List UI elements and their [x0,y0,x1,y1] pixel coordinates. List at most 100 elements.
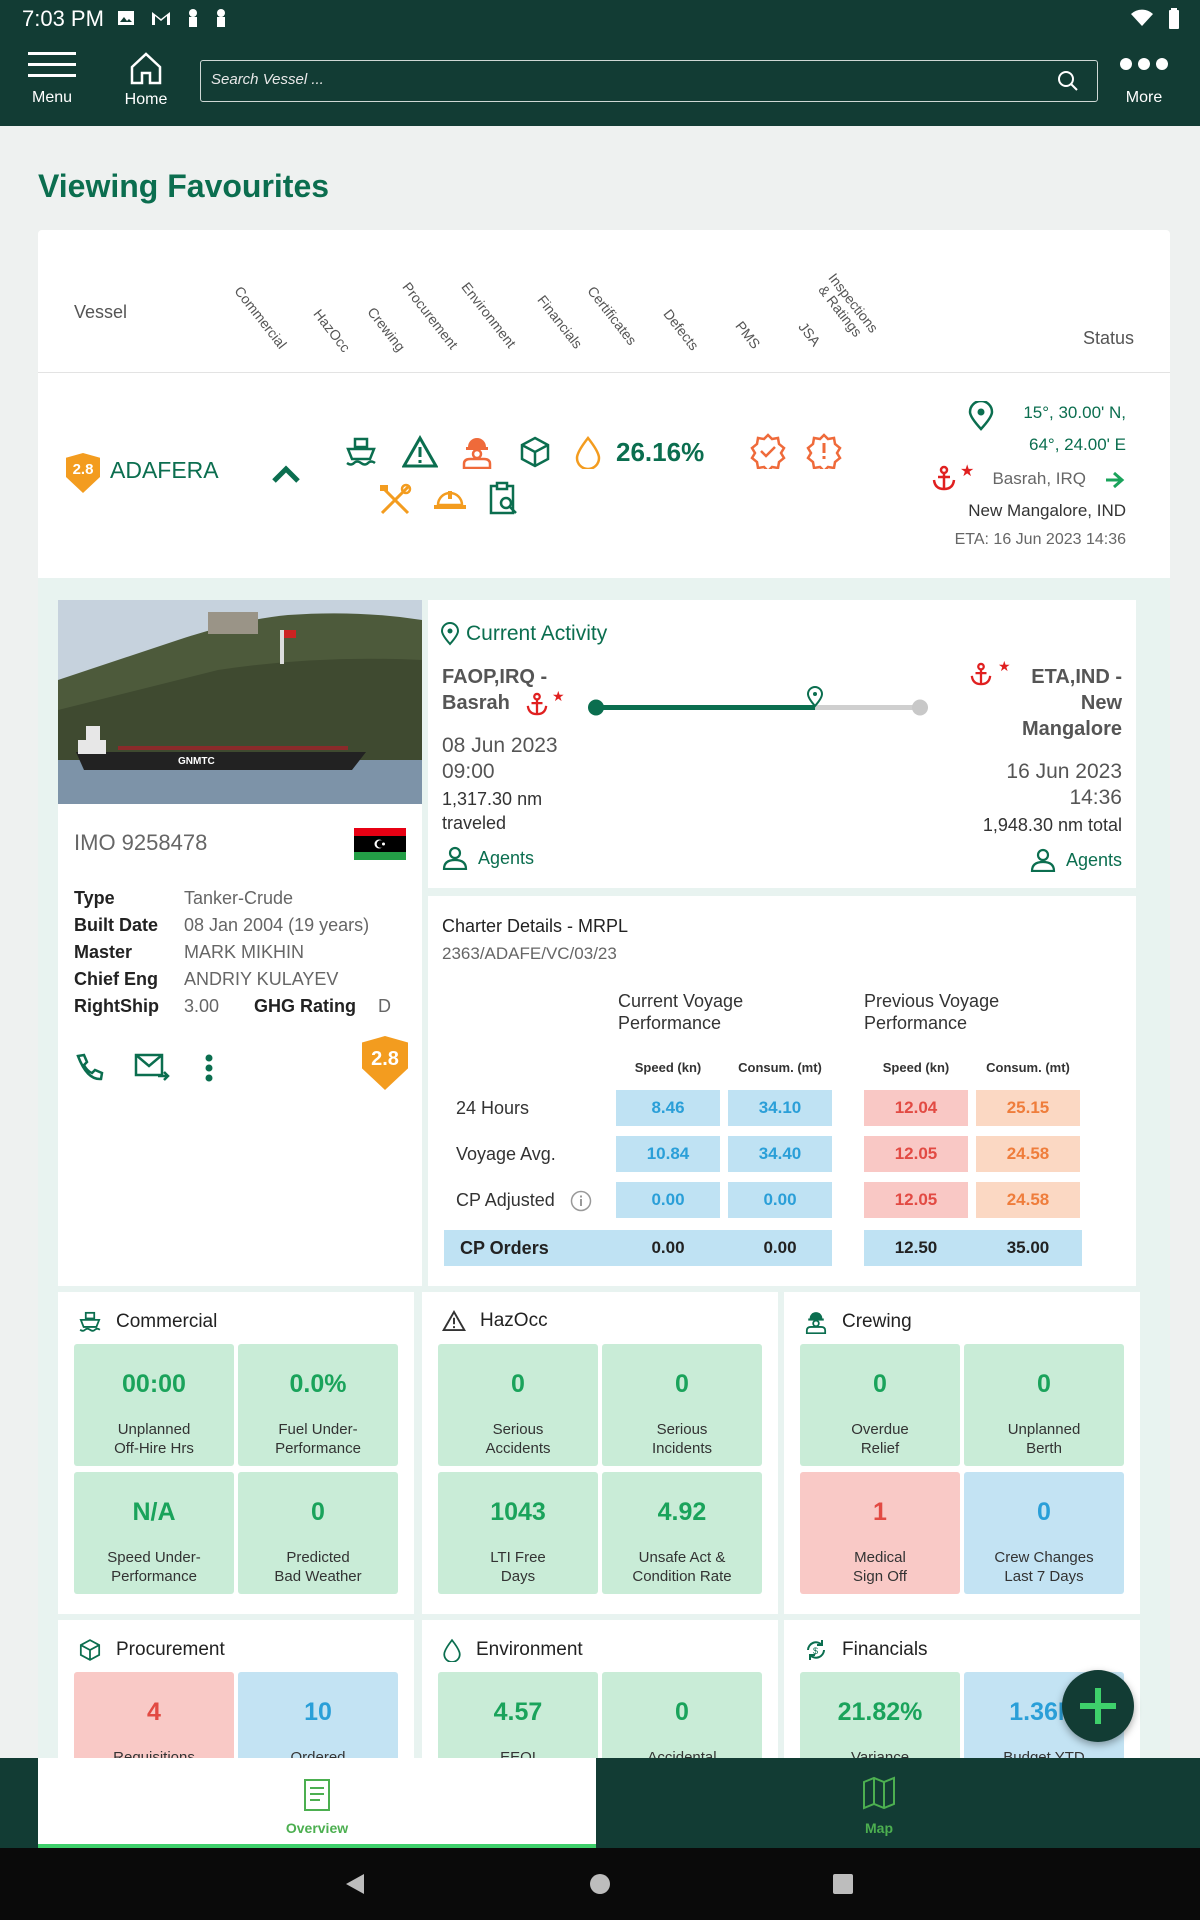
home-circle-icon[interactable] [589,1873,611,1895]
metric-overdue-relief[interactable]: 0 Overdue Relief [800,1344,960,1466]
metric-unplanned-berth[interactable]: 0 Unplanned Berth [964,1344,1124,1466]
from-date: 08 Jun 2023 [442,734,558,757]
col-crewing[interactable]: Crewing [364,304,408,354]
cur-speed-cp-adjusted: 0.00 [616,1182,720,1218]
environment-drop-icon [443,1638,461,1662]
metric-eeoi[interactable]: 4.57 EEOI [438,1672,598,1760]
email-send-icon[interactable] [134,1052,170,1082]
col-hazocc[interactable]: HazOcc [310,306,353,355]
menu-button[interactable]: Menu [26,50,78,107]
environment-panel[interactable]: Environment 4.57 EEOI 0 Accidental [422,1620,778,1760]
plus-icon [1080,1688,1116,1724]
metric-speed-under-performance[interactable]: N/A Speed Under- Performance [74,1472,234,1594]
hamburger-icon [28,52,76,77]
agents-to-button[interactable]: Agents [1030,848,1122,872]
hazocc-panel[interactable]: HazOcc 0 Serious Accidents 0 Serious Inciden… [422,1292,778,1614]
cur-cons-cp-orders: 0.00 [763,1238,797,1257]
procurement-box-icon[interactable] [518,435,552,469]
metric-unplanned-offhire[interactable]: 00:00 Unplanned Off-Hire Hrs [74,1344,234,1466]
col-defects[interactable]: Defects [660,306,702,353]
certificate-seal-icon[interactable] [750,433,786,469]
col-procurement[interactable]: Procurement [399,279,461,352]
more-options-icon[interactable] [204,1054,214,1082]
more-button[interactable]: More [1118,50,1170,107]
metric-ordered[interactable]: 10 Ordered [238,1672,398,1760]
crewing-panel[interactable]: Crewing 0 Overdue Relief 0 Unplanned Berth 1… [784,1292,1140,1614]
imo-number: IMO 9258478 [74,830,208,855]
metric-serious-accidents[interactable]: 0 Serious Accidents [438,1344,598,1466]
metric-requisitions[interactable]: 4 Requisitions [74,1672,234,1760]
traveled-label: traveled [442,813,507,833]
agents-from-button[interactable]: Agents [442,846,534,870]
rightship-value: 3.00 [184,996,220,1016]
metric-variance[interactable]: 21.82% Variance [800,1672,960,1760]
commercial-panel[interactable]: Commercial 00:00 Unplanned Off-Hire Hrs 0.… [58,1292,414,1614]
metric-value: 10 [304,1698,332,1726]
progress-fill [596,705,816,710]
procurement-panel[interactable]: Procurement 4 Requisitions 10 Ordered [58,1620,414,1760]
to-port: New Mangalore, IND [968,501,1126,520]
status-time: 7:03 PM [22,6,104,31]
defects-alert-seal-icon[interactable] [806,433,842,469]
info-icon[interactable] [570,1190,592,1212]
metric-predicted-bad-weather[interactable]: 0 Predicted Bad Weather [238,1472,398,1594]
home-icon [130,52,162,85]
prev-cons-cp-orders: 35.00 [1006,1238,1050,1257]
home-button[interactable]: Home [120,50,172,109]
add-fab-button[interactable] [1062,1670,1134,1742]
col-financials[interactable]: Financials [534,292,585,352]
crew-worker-icon[interactable] [460,435,494,469]
financials-performance[interactable]: 26.16% [616,437,704,468]
row-label-cp-orders: CP Orders [460,1238,549,1258]
metric-serious-incidents[interactable]: 0 Serious Incidents [602,1344,762,1466]
phone-icon[interactable] [74,1052,104,1082]
status-column-header: Status [1082,328,1134,348]
inspection-clipboard-icon[interactable] [488,481,520,517]
tab-map[interactable]: Map [596,1758,1162,1848]
metric-medical-sign-off[interactable]: 1 Medical Sign Off [800,1472,960,1594]
jsa-hardhat-icon[interactable] [432,485,468,515]
to-line-1: ETA,IND - [1031,666,1122,688]
from-line-2: Basrah [442,692,510,714]
prev-speed-header: Speed (kn) [882,1060,950,1075]
vessel-photo[interactable]: GNMTC [58,600,422,804]
prev-cons-cp-adjusted: 24.58 [976,1182,1080,1218]
document-icon [304,1779,330,1811]
recents-icon[interactable] [832,1873,854,1895]
metric-crew-changes[interactable]: 0 Crew Changes Last 7 Days [964,1472,1124,1594]
metric-accidental[interactable]: 0 Accidental [602,1672,762,1760]
back-icon[interactable] [344,1872,366,1896]
search-box[interactable] [200,60,1098,102]
metric-label-2: Accidents [485,1440,551,1457]
status-bar: 7:03 PM [0,0,1200,38]
metric-lti-free-days[interactable]: 1043 LTI Free Days [438,1472,598,1594]
metric-label-2: Performance [275,1440,361,1457]
search-input[interactable] [211,71,1031,88]
col-jsa[interactable]: JSA [795,319,823,349]
vessel-name[interactable]: ADAFERA [110,457,219,484]
metric-value: 1 [873,1498,887,1526]
hazard-warning-icon[interactable] [402,435,438,469]
pms-tools-icon[interactable] [378,483,412,517]
charter-reference: 2363/ADAFE/VC/03/23 [442,944,617,963]
tab-overview[interactable]: Overview [38,1758,596,1848]
metric-value: 4.92 [657,1498,707,1526]
anchor-star-icon: ★ [998,658,1011,674]
svg-text:$: $ [813,1646,818,1656]
to-line-2: New [1080,692,1122,714]
metric-fuel-under-performance[interactable]: 0.0% Fuel Under- Performance [238,1344,398,1466]
col-commercial[interactable]: Commercial [231,283,290,352]
metric-unsafe-act-rate[interactable]: 4.92 Unsafe Act & Condition Rate [602,1472,762,1594]
hull-name-label: GNMTC [178,756,215,767]
search-icon[interactable] [1057,70,1079,92]
environment-title-row: Environment [442,1638,583,1662]
row-label-cp-adjusted: CP Adjusted [456,1190,555,1210]
col-pms[interactable]: PMS [732,318,763,352]
col-certificates[interactable]: Certificates [584,283,640,348]
col-environment[interactable]: Environment [458,279,519,351]
environment-drop-icon[interactable] [574,435,602,469]
commercial-ship-icon[interactable] [344,435,378,469]
from-time: 09:00 [442,760,495,783]
chevron-up-icon[interactable] [272,465,300,483]
vessel-row[interactable]: 2.8 ADAFERA 26.16% 15°, 30.00' N, 64°, 2… [38,373,1170,578]
